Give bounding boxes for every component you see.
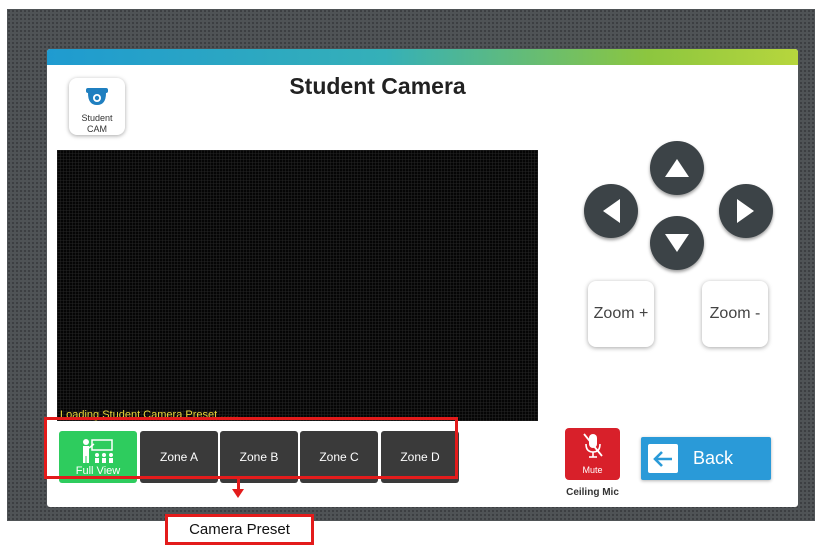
pan-up-button[interactable] [650,141,704,195]
zoom-in-button[interactable]: Zoom + [588,281,654,347]
camera-video-feed: Loading Student Camera Preset ...... [57,150,538,421]
page-title: Student Camera [289,73,466,99]
camera-preset-callout-text: Camera Preset [189,521,290,538]
arrow-down-icon [665,234,689,252]
mic-muted-icon [582,433,603,458]
ceiling-mic-caption: Ceiling Mic [566,487,619,498]
pan-down-button[interactable] [650,216,704,270]
back-button[interactable]: Back [641,437,771,480]
zoom-in-label: Zoom + [593,305,649,322]
student-cam-label-line1: Student [81,113,113,123]
student-cam-label-line2: CAM [87,124,107,134]
ceiling-mic-mute-button[interactable]: Mute [565,428,620,480]
mute-label: Mute [582,465,603,475]
arrow-left-icon [603,199,620,223]
callout-arrow-icon [232,489,244,498]
camera-preset-highlight [44,417,458,479]
pan-left-button[interactable] [584,184,638,238]
header-gradient-bar [47,49,798,65]
camera-preset-callout-label: Camera Preset [165,514,314,545]
zoom-out-button[interactable]: Zoom - [702,281,768,347]
zoom-out-label: Zoom - [709,305,761,322]
back-label: Back [693,448,734,468]
pan-right-button[interactable] [719,184,773,238]
arrow-right-icon [737,199,754,223]
back-arrow-icon [648,444,678,473]
arrow-up-icon [665,159,689,177]
